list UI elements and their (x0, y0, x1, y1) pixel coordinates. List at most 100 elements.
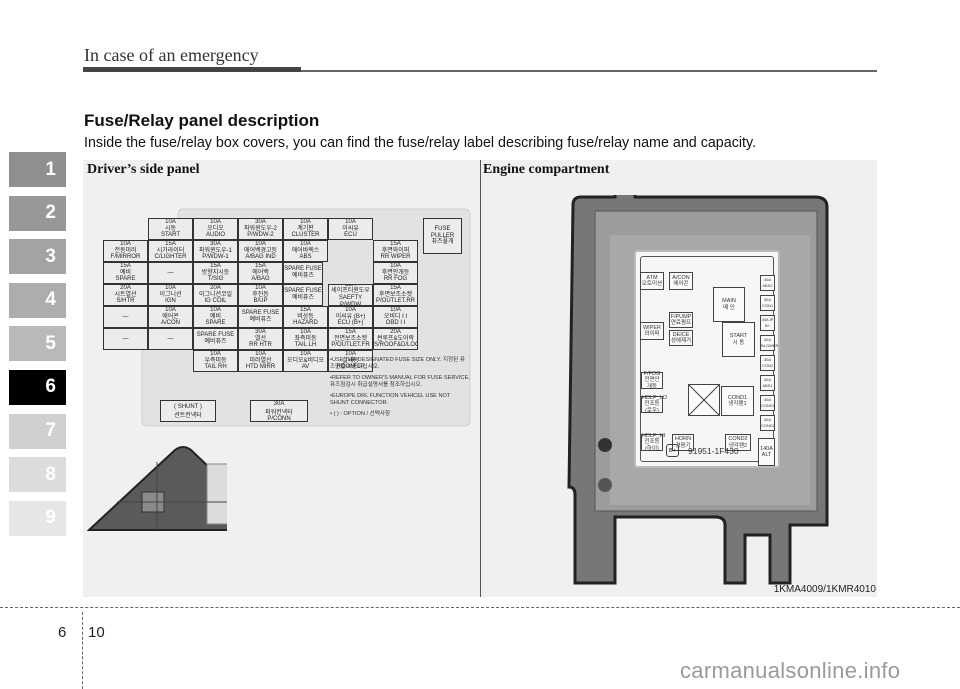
fuse-line: 좌측미등 (294, 335, 317, 342)
fuse-line: P/WDW-2 (247, 232, 274, 239)
engine-side-fuse: 30A IP B+ (760, 315, 775, 331)
engine-relay-fpump: F/PUMP 연료펌프 (669, 312, 693, 328)
fuse-line: 이씨유 (342, 225, 359, 232)
grid-spacer (103, 372, 148, 394)
fuse-slot: 10A 오디오 AUDIO (193, 218, 238, 240)
cover-mini-label (206, 463, 227, 525)
fuse-slot: 30A 파워윈도우-1 P/WDW-1 (193, 240, 238, 262)
fuse-line: 10A (300, 351, 311, 358)
fuse-slot: 15A 비상등 HAZARD (283, 306, 328, 328)
fuse-slot: 10A 에어백경고등 A/BAG IND (238, 240, 283, 262)
fuse-line: 10A (165, 307, 176, 314)
footer-rule (0, 607, 960, 608)
fuse-line: 10A (120, 241, 131, 248)
engine-relay-main: MAIN 메 인 (713, 287, 745, 322)
engine-relay-start: START 시 동 (722, 322, 755, 357)
engine-relay-hdlp-hi: HDLP_HI 전조등(하이) (641, 433, 665, 452)
fuse-line: 파워윈도우-1 (199, 247, 232, 254)
fuse-line: RR FOG (383, 276, 408, 283)
chapter-tab-5[interactable]: 5 (9, 326, 66, 362)
fuse-line: 오디오 (207, 225, 224, 232)
fuse-line: — (122, 313, 129, 320)
engine-side-fuse: 40A COND2 (760, 415, 775, 431)
fuse-line: — (122, 335, 129, 342)
fuse-slot: 10A 예비 SPARE (193, 306, 238, 328)
fuse-line: SPARE FUSE (196, 332, 235, 339)
chapter-tab-2[interactable]: 2 (9, 195, 66, 231)
fuse-line: 파워윈도우-2 (244, 225, 277, 232)
fuse-line: 10A (390, 263, 401, 270)
engine-relay-line: 성에제거 (670, 338, 692, 344)
fuse-line: HTD MIRR (245, 364, 276, 371)
engine-panel-heading: Engine compartment (483, 162, 610, 177)
grid-spacer (328, 262, 373, 284)
fuse-line: 20A (120, 285, 131, 292)
fuse-slot: — (148, 262, 193, 284)
fuse-slot: 10A 시동 START (148, 218, 193, 240)
chapter-tab-6-active[interactable]: 6 (9, 369, 66, 405)
label-note: •EUROPE DRL FUNCTION VEHICEL USE NOT SHU… (330, 393, 451, 406)
chapter-tab-9[interactable]: 9 (9, 500, 66, 536)
engine-relay-ffog: F/FOG 전면안개등 (641, 371, 663, 390)
engine-relay-line: 연료펌프 (670, 320, 692, 326)
fuse-line: 우측미등 (204, 357, 227, 364)
fuse-line: SAEFTY P/WDW (338, 295, 363, 306)
engine-relay-line: 전면안개등 (644, 377, 660, 390)
fuse-line: 10A (300, 329, 311, 336)
fuse-line: 썬루프&도어락 (376, 335, 415, 342)
fuse-slot: 10A 미러열선 HTD MIRR (238, 350, 283, 372)
fuse-line: SPARE FUSE (241, 310, 280, 317)
engine-relay-line: 전조등(로우) (644, 401, 660, 414)
fuse-line: P/OUTLET.FR (331, 342, 370, 349)
fuse-slot: 10A 후면안개등 RR FOG (373, 262, 418, 284)
empty-relay-slot-icon (688, 384, 720, 416)
fuse-line: 방향지시등 (201, 269, 230, 276)
fuse-line: 예비퓨즈 (291, 295, 315, 301)
chapter-tab-1[interactable]: 1 (9, 152, 66, 187)
engine-relay-atm: ATM 오토미션 (640, 272, 664, 290)
fuse-slot: — (103, 328, 148, 350)
b-plus-terminal-icon: B+ (666, 444, 679, 457)
fuse-line: — (167, 269, 174, 276)
fuse-slot: 15A 후면와이퍼 RR WIPER (373, 240, 418, 262)
fuse-slot: — (103, 306, 148, 328)
fuse-line: 20A (210, 285, 221, 292)
page-number: 10 (88, 624, 105, 641)
chapter-tab-4[interactable]: 4 (9, 282, 66, 318)
fuse-line: 예비 (209, 313, 222, 320)
grid-spacer (103, 218, 148, 240)
chapter-tabs: 1 2 3 4 5 6 7 8 9 (9, 152, 66, 544)
engine-label-part-number: 91951-1F430 (688, 446, 739, 456)
fuse-slot: 30A 파워윈도우-2 P/WDW-2 (238, 218, 283, 240)
engine-side-fuse: 40A ABS1 (760, 375, 775, 391)
fuse-line: 10A (165, 219, 176, 226)
engine-relay-line: 와이퍼 (644, 331, 660, 337)
fuse-line: 전면보조소켓 (333, 335, 368, 342)
fuse-line: 비상등 (297, 313, 314, 320)
fuse-line: — (167, 335, 174, 342)
fuse-line: 예비 (119, 269, 132, 276)
fuse-slot: 15A 방향지시등 T/SIG (193, 262, 238, 284)
fuse-line: 10A (300, 219, 311, 226)
fuse-line: S/HTR (116, 298, 135, 305)
pconn-box: 30A 파워컨넥터 P/CONN (250, 400, 308, 422)
fuse-line: 예비퓨즈 (291, 273, 315, 279)
fuse-line: ECU (344, 232, 357, 239)
engine-side-fuse: 30A CON1 (760, 295, 775, 311)
chapter-tab-7[interactable]: 7 (9, 413, 66, 449)
fuse-line: A/BAG IND (245, 254, 276, 261)
fuse-line: 미러열선 (249, 357, 272, 364)
chapter-tab-3[interactable]: 3 (9, 239, 66, 275)
chapter-tab-8[interactable]: 8 (9, 457, 66, 493)
fuse-line: 20A (390, 329, 401, 336)
fuse-line: 후진등 (252, 291, 269, 298)
fuse-line: 10A (255, 351, 266, 358)
fuse-slot: 15A 전면보조소켓 P/OUTLET.FR (328, 328, 373, 350)
engine-relay-wiper: WIPER 와이퍼 (640, 322, 664, 340)
engine-relay-alt: 140A ALT (758, 438, 775, 466)
fuse-line: 예비퓨즈 (249, 317, 272, 323)
spare-fuse-slot: SPARE FUSE 예비퓨즈 (283, 262, 323, 284)
fuse-slot: 10A 이씨유 (B+) ECU (B+) (328, 306, 373, 328)
fuse-line: HAZARD (293, 320, 318, 327)
footer-vertical-rule (82, 612, 83, 689)
